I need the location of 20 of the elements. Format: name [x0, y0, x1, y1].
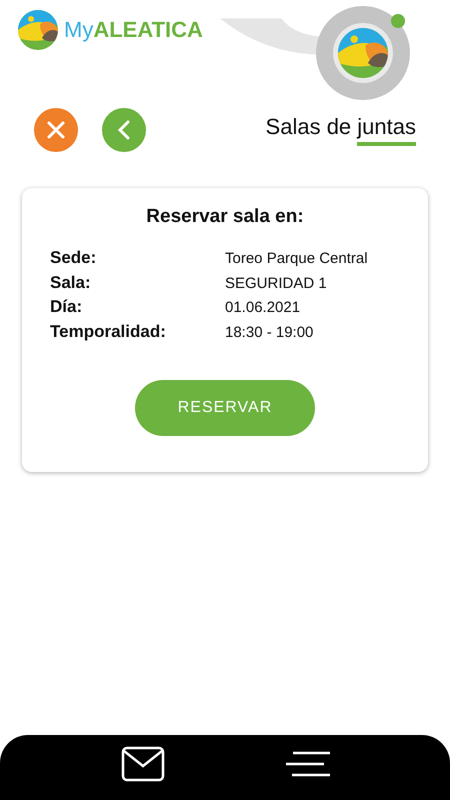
page-title: Salas de juntas: [266, 114, 416, 146]
logo-icon: [18, 10, 58, 50]
reserve-button[interactable]: RESERVAR: [135, 380, 315, 436]
back-button[interactable]: [102, 108, 146, 152]
close-button[interactable]: [34, 108, 78, 152]
field-value: SEGURIDAD 1: [225, 274, 328, 292]
logo-text: MyALEATICA: [64, 17, 203, 43]
field-label: Día:: [50, 297, 84, 317]
field-label: Sede:: [50, 248, 98, 268]
field-value: Toreo Parque Central: [225, 250, 369, 267]
avatar-logo-icon: [338, 28, 388, 78]
chevron-left-icon: [117, 120, 131, 140]
field-label: Sala:: [50, 272, 92, 292]
field-value: 18:30 - 19:00: [225, 324, 314, 340]
close-icon: [47, 121, 65, 139]
field-value: 01.06.2021: [225, 299, 302, 316]
menu-icon[interactable]: [286, 750, 330, 776]
card-title: Reservar sala en:: [145, 206, 305, 228]
field-label: Temporalidad:: [50, 322, 167, 342]
mail-icon[interactable]: [120, 746, 164, 782]
